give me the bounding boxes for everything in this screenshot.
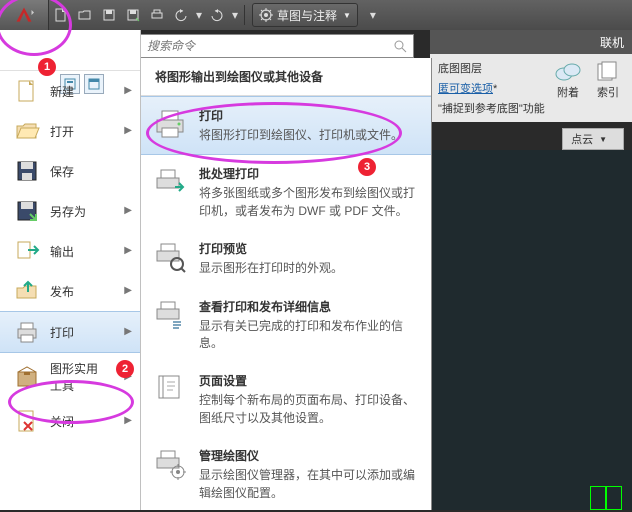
menu-export[interactable]: 输出 ▶: [0, 231, 140, 271]
submenu-manage-plotter[interactable]: 管理绘图仪 显示绘图仪管理器，在其中可以添加或编辑绘图仪配置。: [141, 437, 431, 512]
chevron-right-icon: ▶: [124, 371, 132, 382]
pointcloud-dropdown[interactable]: 点云 ▼: [562, 128, 624, 150]
submenu-item-title: 查看打印和发布详细信息: [199, 298, 419, 315]
online-label: 联机: [600, 34, 624, 51]
menu-label: 新建: [50, 83, 74, 100]
quick-access-toolbar: ▾ ▾ 草图与注释 ▼ ▾: [0, 0, 632, 30]
submenu-item-title: 页面设置: [199, 372, 419, 389]
submenu-item-title: 打印: [199, 107, 419, 124]
menu-close[interactable]: 关闭 ▶: [0, 401, 140, 441]
command-search[interactable]: [140, 34, 414, 58]
chevron-right-icon: ▶: [124, 326, 132, 337]
utilities-icon: [14, 364, 40, 390]
submenu-item-desc: 控制每个新布局的页面布局、打印设备、图纸尺寸以及其他设置。: [199, 392, 419, 427]
application-menu: 新建 ▶ 打开 ▶ 保存 另存为 ▶ 输出 ▶ 发布 ▶ 打印: [0, 30, 141, 510]
print-info-icon: [153, 298, 187, 332]
new-icon[interactable]: [50, 4, 72, 26]
save-disk-icon: [14, 158, 40, 184]
right-options-link[interactable]: 匿可变选项: [438, 83, 493, 95]
undo-icon[interactable]: [170, 4, 192, 26]
menu-print[interactable]: 打印 ▶: [0, 311, 140, 353]
manage-plotter-icon: [153, 447, 187, 481]
index-icon: [594, 60, 622, 84]
menu-new[interactable]: 新建 ▶: [0, 70, 140, 111]
menu-open[interactable]: 打开 ▶: [0, 111, 140, 151]
menu-saveas[interactable]: 另存为 ▶: [0, 191, 140, 231]
drawing-canvas[interactable]: [430, 150, 632, 510]
index-label: 索引: [597, 84, 619, 100]
submenu-title: 将图形输出到绘图仪或其他设备: [141, 58, 431, 96]
attach-icon: [554, 60, 582, 84]
pointcloud-label: 点云: [571, 131, 593, 147]
command-search-input[interactable]: [141, 39, 393, 53]
chevron-right-icon: ▶: [124, 205, 132, 216]
new-file-icon: [14, 78, 40, 104]
save-icon[interactable]: [98, 4, 120, 26]
submenu-item-title: 打印预览: [199, 240, 419, 257]
app-menu-button[interactable]: [0, 0, 49, 30]
right-toolbar: 附着 索引: [550, 60, 626, 100]
submenu-item-title: 批处理打印: [199, 165, 419, 182]
menu-label: 打印: [50, 324, 74, 341]
publish-icon: [14, 278, 40, 304]
attach-label: 附着: [557, 84, 579, 100]
menu-label: 输出: [50, 243, 74, 260]
close-file-icon: [14, 408, 40, 434]
open-folder-icon: [14, 118, 40, 144]
menu-label: 打开: [50, 123, 74, 140]
menu-label: 发布: [50, 283, 74, 300]
chevron-right-icon: ▶: [124, 285, 132, 296]
index-button[interactable]: 索引: [590, 60, 626, 100]
saveas-icon[interactable]: [122, 4, 144, 26]
submenu-print[interactable]: 打印 将图形打印到绘图仪、打印机或文件。: [141, 96, 431, 155]
print-icon[interactable]: [146, 4, 168, 26]
chevron-right-icon: ▶: [124, 415, 132, 426]
print-submenu: 将图形输出到绘图仪或其他设备 打印 将图形打印到绘图仪、打印机或文件。 批处理打…: [140, 58, 432, 510]
export-icon: [14, 238, 40, 264]
menu-label: 关闭: [50, 413, 74, 430]
menu-label: 图形实用 工具: [50, 360, 98, 394]
submenu-print-details[interactable]: 查看打印和发布详细信息 显示有关已完成的打印和发布作业的信息。: [141, 288, 431, 363]
menu-publish[interactable]: 发布 ▶: [0, 271, 140, 311]
search-icon[interactable]: [393, 39, 413, 53]
saveas-disk-icon: [14, 198, 40, 224]
chevron-down-icon: ▼: [343, 11, 351, 20]
right-panel-title: 联机: [430, 30, 632, 55]
submenu-batch-print[interactable]: 批处理打印 将多张图纸或多个图形发布到绘图仪或打印机，或者发布为 DWF 或 P…: [141, 155, 431, 230]
printer-icon: [153, 107, 187, 141]
chevron-right-icon: ▶: [124, 245, 132, 256]
submenu-item-title: 管理绘图仪: [199, 447, 419, 464]
submenu-item-desc: 显示绘图仪管理器，在其中可以添加或编辑绘图仪配置。: [199, 467, 419, 502]
menu-utilities[interactable]: 图形实用 工具 ▶: [0, 353, 140, 401]
undo-dropdown-icon[interactable]: ▾: [194, 4, 204, 26]
chevron-down-icon: ▼: [599, 135, 607, 144]
chevron-right-icon: ▶: [124, 85, 132, 96]
menu-label: 另存为: [50, 203, 86, 220]
submenu-item-desc: 显示图形在打印时的外观。: [199, 260, 419, 277]
submenu-item-desc: 将图形打印到绘图仪、打印机或文件。: [199, 127, 419, 144]
right-line-3: "捕捉到参考底图"功能: [438, 100, 624, 116]
page-setup-icon: [153, 372, 187, 406]
menu-save[interactable]: 保存: [0, 151, 140, 191]
attach-button[interactable]: 附着: [550, 60, 586, 100]
gear-icon: [259, 8, 273, 22]
workspace-combo[interactable]: 草图与注释 ▼: [252, 3, 358, 27]
submenu-item-desc: 将多张图纸或多个图形发布到绘图仪或打印机，或者发布为 DWF 或 PDF 文件。: [199, 185, 419, 220]
batch-print-icon: [153, 165, 187, 199]
redo-dropdown-icon[interactable]: ▾: [230, 4, 240, 26]
printer-icon: [14, 319, 40, 345]
submenu-item-desc: 显示有关已完成的打印和发布作业的信息。: [199, 318, 419, 353]
print-preview-icon: [153, 240, 187, 274]
submenu-print-preview[interactable]: 打印预览 显示图形在打印时的外观。: [141, 230, 431, 287]
chevron-right-icon: ▶: [124, 125, 132, 136]
qat-more-icon[interactable]: ▾: [362, 4, 384, 26]
submenu-page-setup[interactable]: 页面设置 控制每个新布局的页面布局、打印设备、图纸尺寸以及其他设置。: [141, 362, 431, 437]
open-icon[interactable]: [74, 4, 96, 26]
workspace-label: 草图与注释: [277, 7, 337, 24]
menu-label: 保存: [50, 163, 74, 180]
redo-icon[interactable]: [206, 4, 228, 26]
